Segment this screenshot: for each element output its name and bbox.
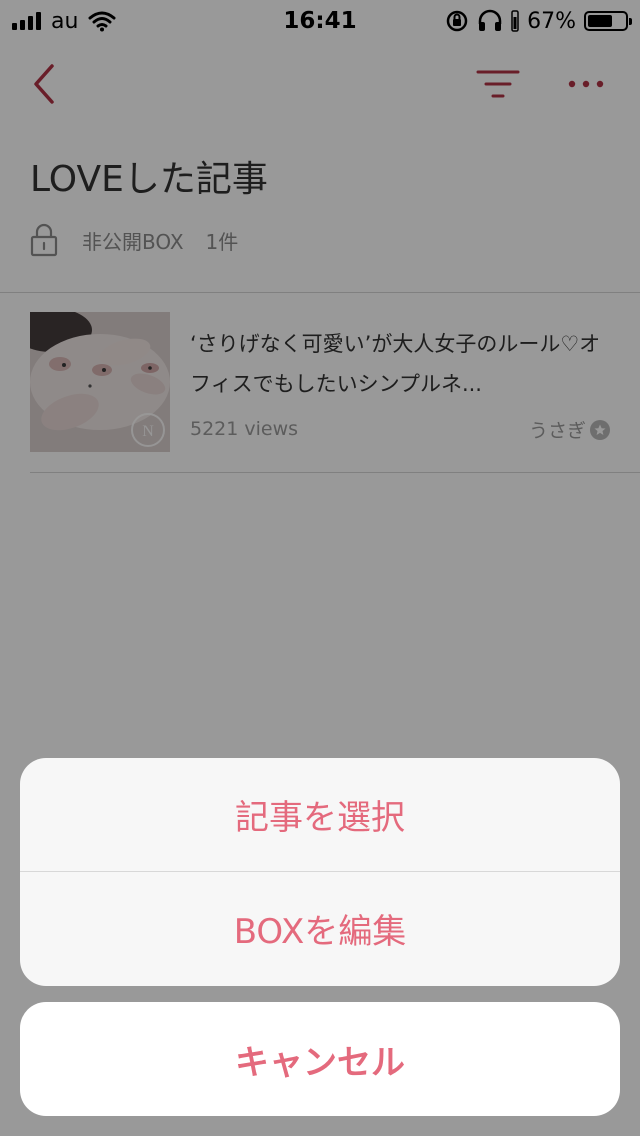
edit-box-button[interactable]: BOXを編集 — [20, 872, 620, 985]
select-articles-button[interactable]: 記事を選択 — [20, 758, 620, 871]
action-sheet: 記事を選択 BOXを編集 — [20, 758, 620, 986]
cancel-button[interactable]: キャンセル — [20, 1002, 620, 1116]
screen: au 16:41 67% LOVEした記事 非公開BOX 1件 N ‘さりげなく… — [0, 0, 640, 1136]
